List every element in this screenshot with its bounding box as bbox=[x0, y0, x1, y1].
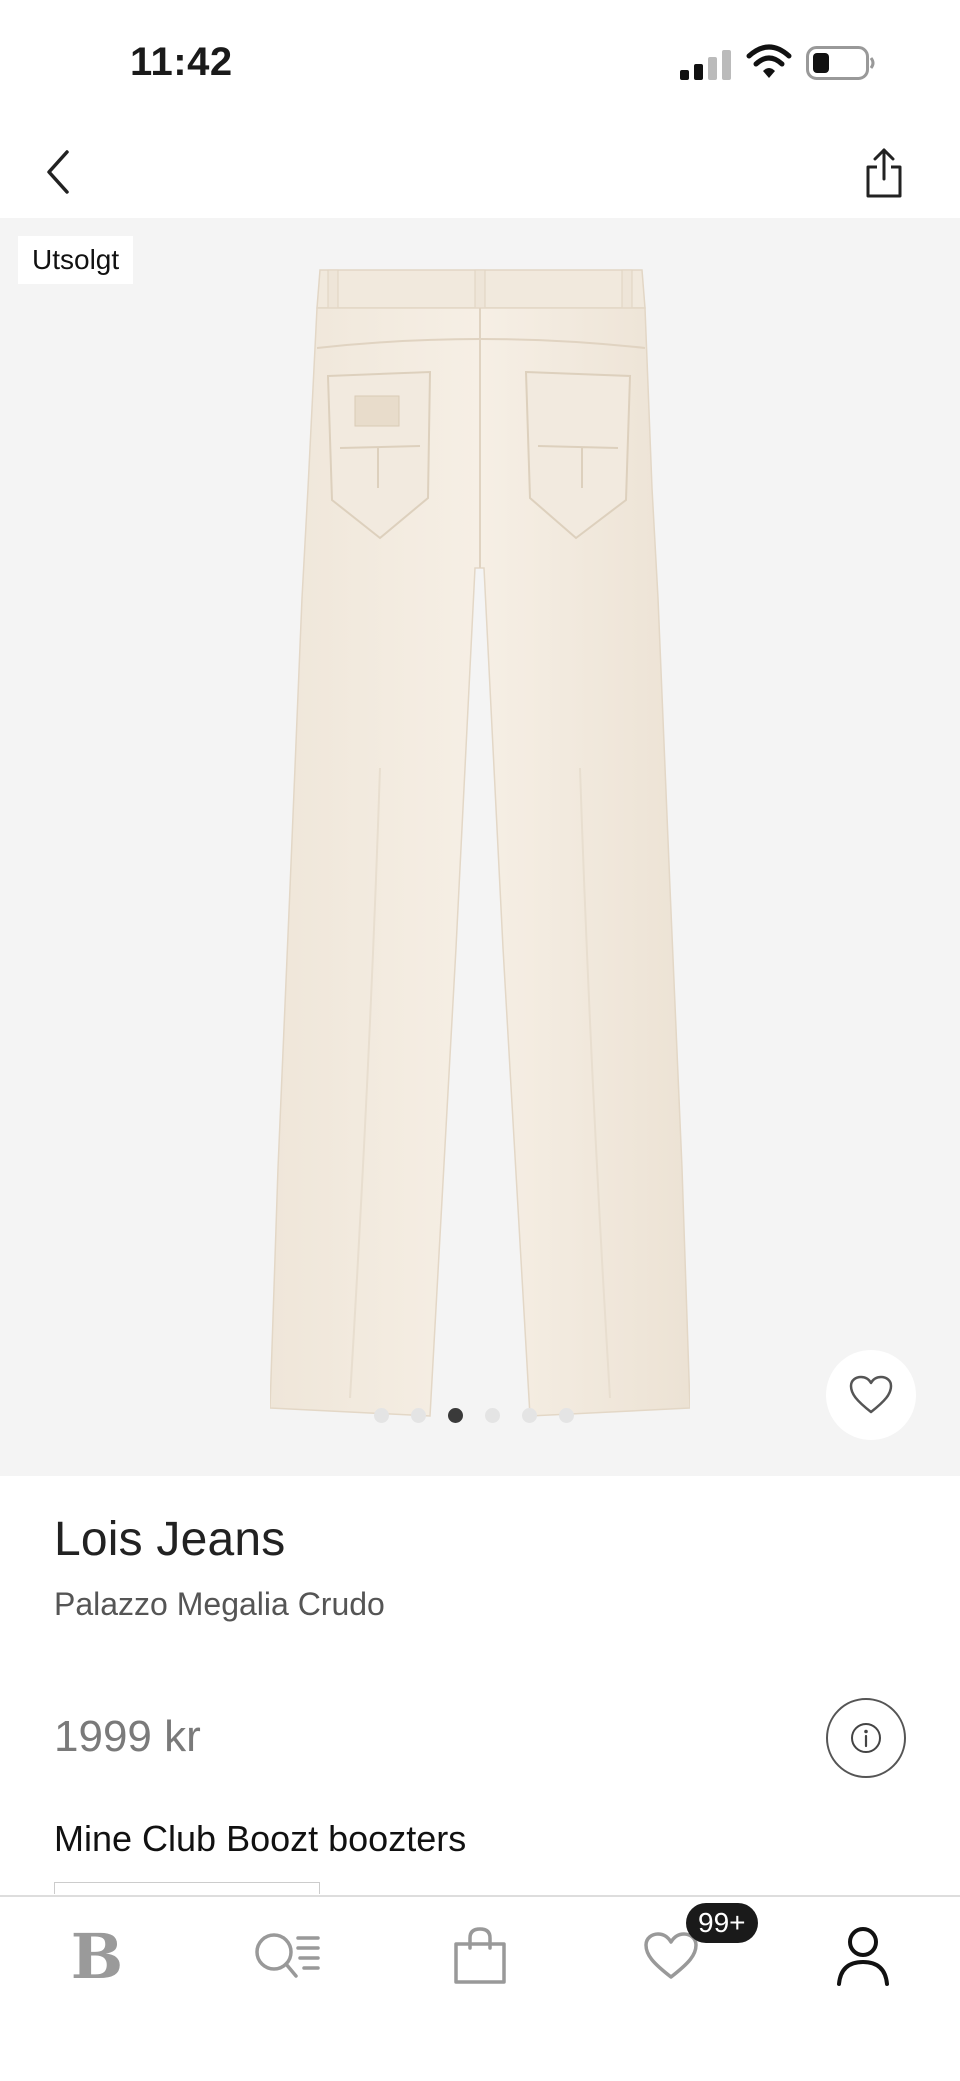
share-icon bbox=[866, 148, 902, 198]
pagination-dot-active[interactable] bbox=[448, 1408, 463, 1423]
favorite-button[interactable] bbox=[826, 1350, 916, 1440]
tab-bag[interactable] bbox=[425, 1911, 535, 2001]
sold-out-badge: Utsolgt bbox=[18, 236, 134, 284]
image-pagination-dots bbox=[374, 1408, 574, 1423]
info-icon bbox=[851, 1723, 881, 1753]
club-section-title: Mine Club Boozt boozters bbox=[54, 1818, 467, 1859]
back-button[interactable] bbox=[28, 140, 88, 204]
status-bar: 11:42 bbox=[0, 0, 960, 130]
product-price: 1999 kr bbox=[54, 1712, 201, 1761]
nav-bar bbox=[0, 130, 960, 218]
club-option-box[interactable] bbox=[54, 1882, 320, 1894]
pagination-dot[interactable] bbox=[559, 1408, 574, 1423]
status-time: 11:42 bbox=[130, 40, 233, 84]
chevron-left-icon bbox=[47, 150, 69, 194]
pagination-dot[interactable] bbox=[522, 1408, 537, 1423]
favorites-count-badge: 99+ bbox=[686, 1903, 758, 1943]
pagination-dot[interactable] bbox=[374, 1408, 389, 1423]
signal-icon bbox=[680, 50, 731, 80]
search-list-icon bbox=[255, 1933, 320, 1978]
product-image bbox=[270, 269, 690, 1417]
price-info-button[interactable] bbox=[826, 1698, 906, 1778]
pagination-dot[interactable] bbox=[485, 1408, 500, 1423]
product-brand[interactable]: Lois Jeans bbox=[54, 1512, 285, 1567]
boozt-logo-icon: B bbox=[70, 1919, 124, 1993]
product-image-gallery[interactable]: Utsolgt bbox=[0, 218, 960, 1476]
tab-search[interactable] bbox=[232, 1911, 342, 2001]
tab-account[interactable] bbox=[808, 1911, 918, 2001]
tab-home[interactable]: B bbox=[42, 1911, 152, 2001]
wifi-icon bbox=[746, 44, 792, 78]
share-button[interactable] bbox=[852, 138, 916, 208]
pagination-dot[interactable] bbox=[411, 1408, 426, 1423]
heart-icon bbox=[849, 1375, 893, 1414]
heart-icon bbox=[644, 1932, 698, 1979]
account-icon bbox=[837, 1927, 889, 1986]
battery-icon bbox=[806, 46, 875, 80]
product-name: Palazzo Megalia Crudo bbox=[54, 1586, 385, 1622]
shopping-bag-icon bbox=[454, 1927, 506, 1984]
bottom-tab-bar: B 99+ bbox=[0, 1895, 960, 2081]
